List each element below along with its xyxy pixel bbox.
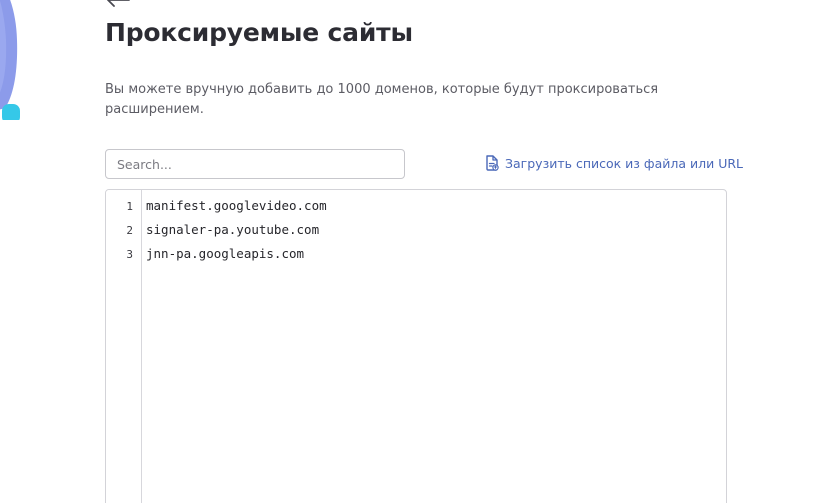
arrow-left-icon[interactable]	[105, 0, 131, 8]
mascot-illustration	[0, 0, 20, 120]
domain-line[interactable]: manifest.googlevideo.com	[146, 194, 327, 218]
search-input[interactable]	[105, 149, 405, 179]
page-title: Проксируемые сайты	[105, 18, 413, 47]
domain-list-editor[interactable]: 1 2 3 manifest.googlevideo.com signaler-…	[105, 189, 727, 503]
page-description: Вы можете вручную добавить до 1000 домен…	[105, 82, 659, 117]
domain-line[interactable]: signaler-pa.youtube.com	[146, 218, 319, 242]
domain-line[interactable]: jnn-pa.googleapis.com	[146, 242, 304, 266]
line-number-gutter: 1 2 3	[106, 190, 142, 503]
line-number: 1	[126, 200, 133, 213]
file-upload-icon	[486, 155, 499, 171]
upload-list-link[interactable]: Загрузить список из файла или URL	[485, 155, 743, 171]
line-number: 2	[126, 224, 133, 237]
proxied-sites-page: Проксируемые сайты Вы можете вручную доб…	[0, 0, 816, 503]
upload-list-label: Загрузить список из файла или URL	[505, 155, 744, 171]
line-number: 3	[126, 248, 133, 261]
